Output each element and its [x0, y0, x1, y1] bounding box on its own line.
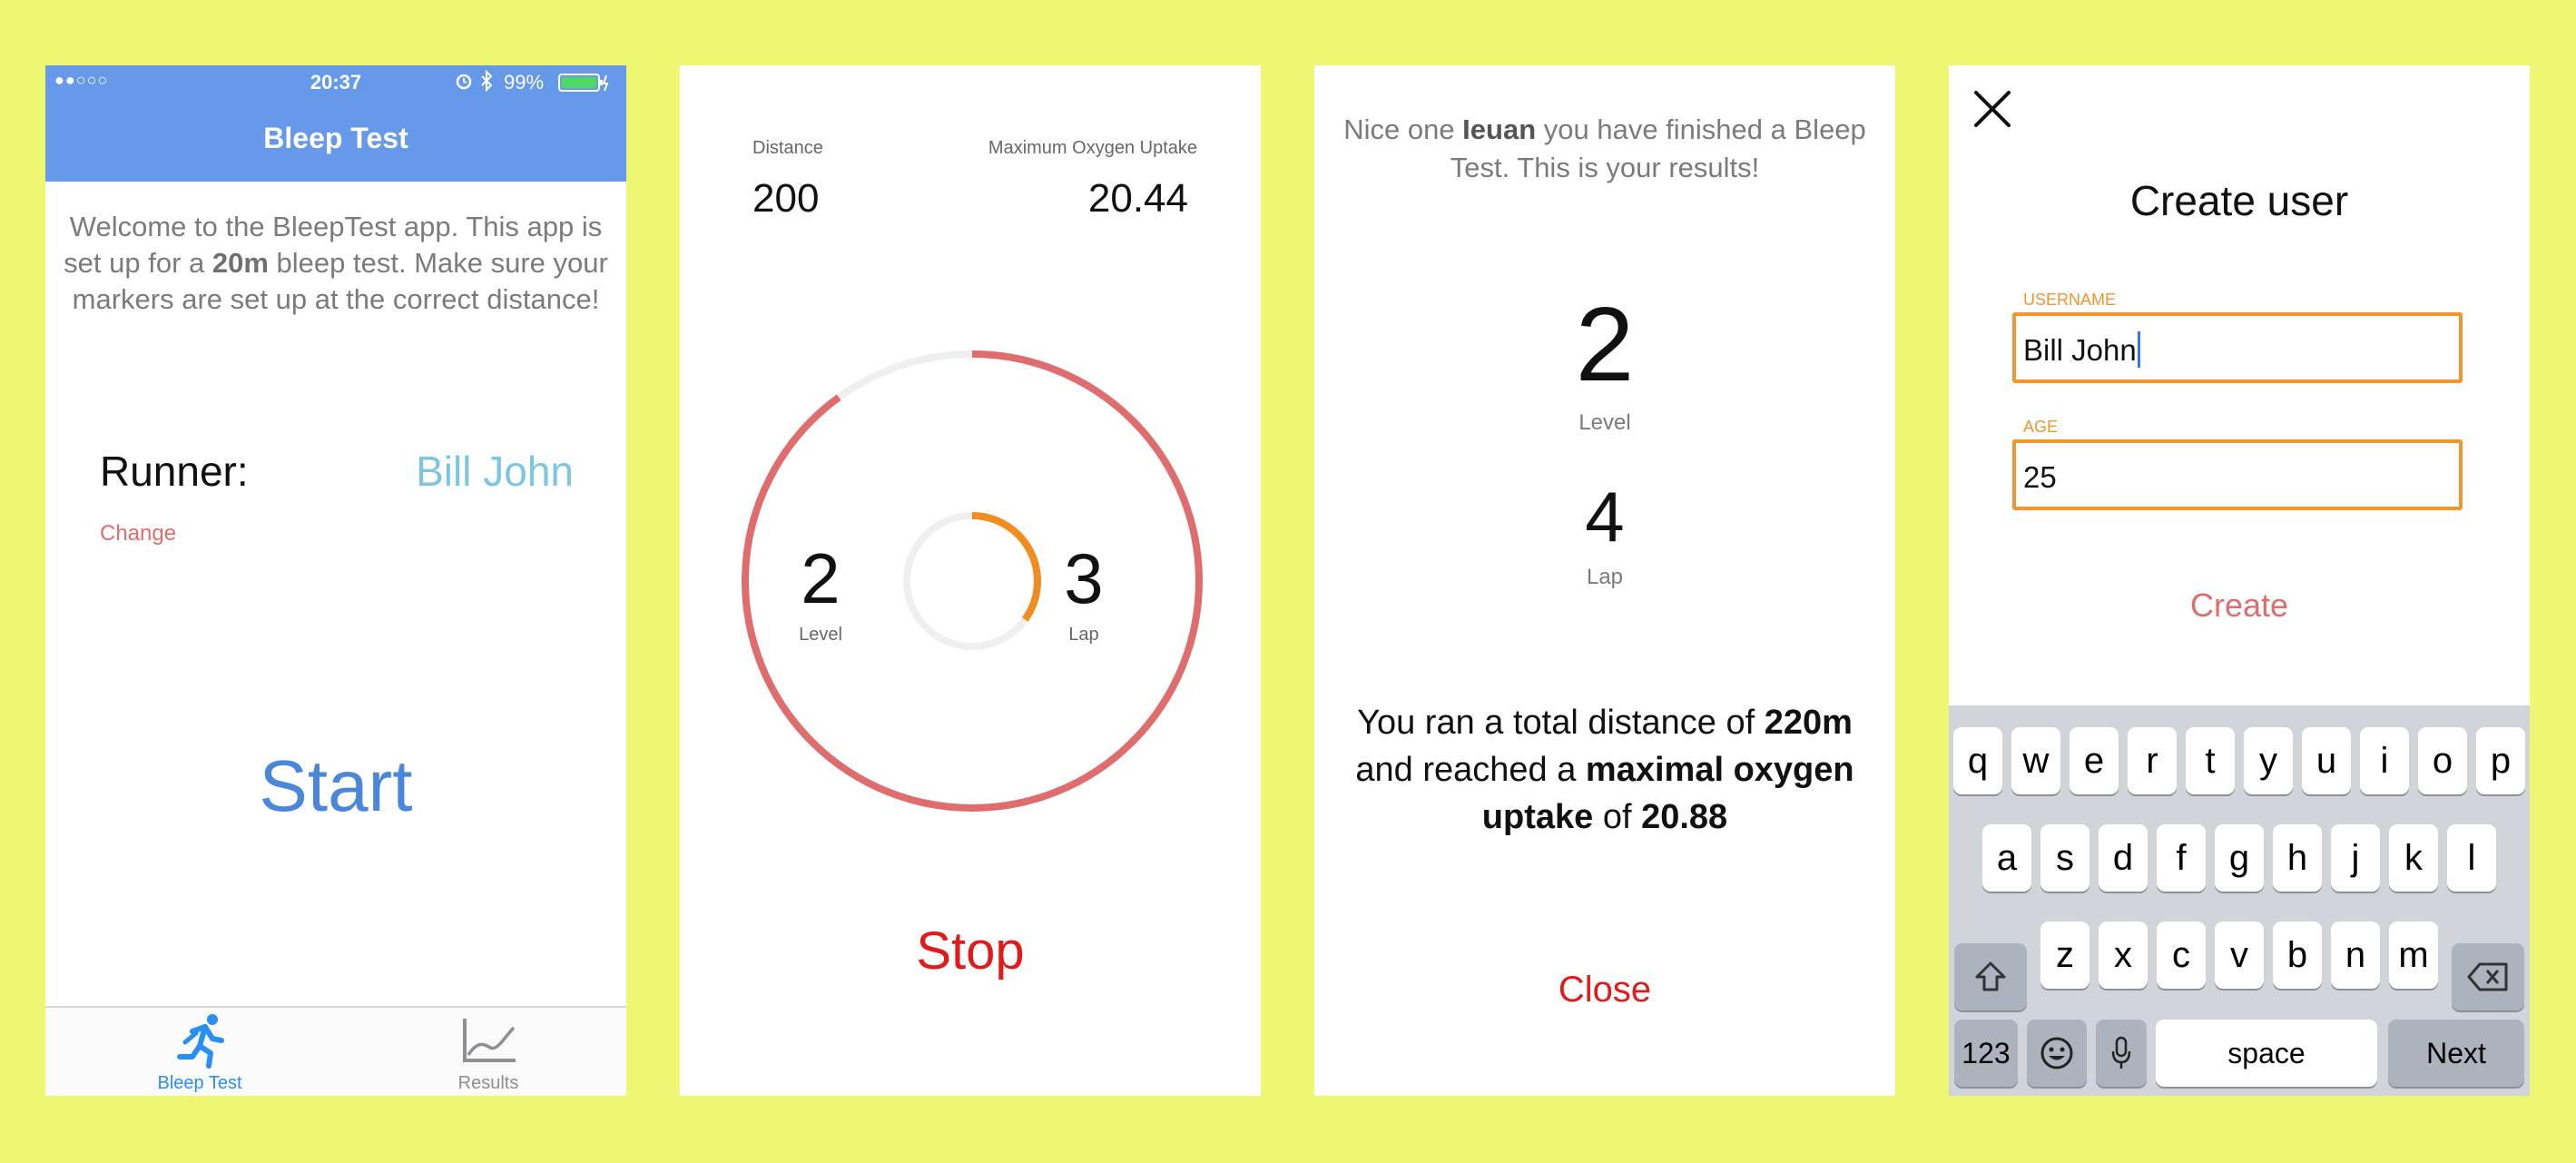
shift-key[interactable]: [1954, 943, 2027, 1010]
runner-name: Ieuan: [1462, 113, 1537, 145]
key-u[interactable]: u: [2302, 727, 2351, 794]
key-n[interactable]: n: [2331, 922, 2380, 989]
age-label: AGE: [2023, 418, 2059, 436]
lap-value: 3: [1064, 538, 1104, 618]
text-cursor: [2138, 331, 2140, 368]
page-title: Create user: [2129, 177, 2349, 224]
status-bar: ●●○○○ 20:37 99%: [45, 65, 626, 100]
age-field[interactable]: 25: [2012, 439, 2463, 510]
key-r[interactable]: r: [2128, 727, 2177, 794]
result-level-label: Level: [1578, 410, 1631, 435]
key-f[interactable]: f: [2157, 824, 2206, 892]
key-l[interactable]: l: [2447, 824, 2496, 892]
results-screen: Nice one Ieuan you have finished a Bleep…: [1314, 65, 1895, 1096]
tab-bleep-test-label: Bleep Test: [157, 1073, 242, 1093]
create-user-screen: Create user USERNAME Bill John AGE 25 Cr…: [1949, 65, 2530, 1096]
age-value: 25: [2023, 460, 2057, 494]
distance-label: Distance: [752, 138, 823, 158]
create-button[interactable]: Create: [1949, 586, 2530, 625]
emoji-key[interactable]: [2027, 1020, 2087, 1087]
key-c[interactable]: c: [2157, 922, 2206, 989]
key-y[interactable]: y: [2244, 727, 2293, 794]
username-label: USERNAME: [2023, 291, 2117, 309]
key-z[interactable]: z: [2040, 922, 2089, 989]
tab-bleep-test[interactable]: Bleep Test: [127, 1008, 272, 1096]
key-s[interactable]: s: [2040, 824, 2089, 892]
level-label: Level: [799, 625, 842, 645]
numbers-key[interactable]: 123: [1954, 1020, 2018, 1087]
key-v[interactable]: v: [2215, 922, 2264, 989]
username-field[interactable]: Bill John: [2012, 312, 2463, 383]
key-p[interactable]: p: [2476, 727, 2525, 794]
key-q[interactable]: q: [1953, 727, 2002, 794]
chart-icon: [461, 1017, 517, 1064]
key-o[interactable]: o: [2418, 727, 2467, 794]
next-key[interactable]: Next: [2388, 1020, 2524, 1087]
stop-button[interactable]: Stop: [680, 921, 1261, 981]
total-distance: 220m: [1764, 704, 1853, 742]
space-key[interactable]: space: [2156, 1020, 2377, 1087]
keyboard: qwertyuiop asdfghjkl zxcvbnm 123 space N…: [1949, 705, 2530, 1096]
microphone-key[interactable]: [2096, 1020, 2147, 1087]
oxygen-label: Maximum Oxygen Uptake: [988, 138, 1197, 158]
username-value: Bill John: [2023, 333, 2137, 367]
close-icon[interactable]: [1972, 89, 2012, 129]
key-h[interactable]: h: [2273, 824, 2322, 892]
key-x[interactable]: x: [2099, 922, 2148, 989]
battery-icon: [558, 73, 609, 93]
summary-text: of: [1593, 798, 1642, 836]
battery-percent: 99%: [504, 71, 545, 94]
runner-label: Runner:: [100, 448, 249, 495]
welcome-text: Welcome to the BleepTest app. This app i…: [62, 209, 610, 318]
test-running-screen: Distance 200 Maximum Oxygen Uptake 20.44…: [680, 65, 1261, 1096]
result-lap-value: 4: [1585, 477, 1625, 557]
key-i[interactable]: i: [2360, 727, 2409, 794]
results-summary: You ran a total distance of 220m and rea…: [1342, 699, 1868, 841]
key-d[interactable]: d: [2099, 824, 2148, 892]
start-button[interactable]: Start: [45, 744, 626, 828]
key-b[interactable]: b: [2273, 922, 2322, 989]
distance-value: 200: [752, 176, 820, 221]
key-j[interactable]: j: [2331, 824, 2380, 892]
bleep-test-home-screen: ●●○○○ 20:37 99% Bleep Test Welcome to th…: [45, 65, 626, 1096]
tab-results-label: Results: [457, 1073, 519, 1093]
alarm-icon: [454, 71, 474, 91]
key-g[interactable]: g: [2215, 824, 2264, 892]
key-e[interactable]: e: [2070, 727, 2119, 794]
close-button[interactable]: Close: [1314, 970, 1895, 1010]
intro-text: Nice one: [1343, 113, 1463, 145]
oxygen-uptake-value: 20.88: [1641, 798, 1728, 836]
welcome-distance: 20m: [211, 247, 269, 279]
summary-text: and reached a: [1355, 751, 1586, 789]
oxygen-value: 20.44: [1087, 176, 1188, 221]
results-intro: Nice one Ieuan you have finished a Bleep…: [1327, 111, 1883, 187]
lap-label: Lap: [1068, 625, 1099, 645]
result-level-value: 2: [1575, 285, 1635, 403]
change-runner-button[interactable]: Change: [100, 521, 176, 547]
key-w[interactable]: w: [2011, 727, 2060, 794]
key-m[interactable]: m: [2389, 922, 2438, 989]
runner-icon: [172, 1011, 231, 1069]
tab-bar: Bleep Test Results: [45, 1006, 626, 1096]
summary-text: You ran a total distance of: [1357, 704, 1765, 742]
result-lap-label: Lap: [1586, 565, 1624, 589]
page-title: Bleep Test: [263, 122, 408, 154]
bluetooth-icon: [479, 70, 494, 92]
backspace-key[interactable]: [2452, 943, 2524, 1010]
key-a[interactable]: a: [1982, 824, 2031, 892]
runner-name[interactable]: Bill John: [318, 447, 574, 496]
tab-results[interactable]: Results: [416, 1008, 561, 1096]
level-value: 2: [801, 538, 841, 618]
key-t[interactable]: t: [2186, 727, 2235, 794]
key-k[interactable]: k: [2389, 824, 2438, 892]
